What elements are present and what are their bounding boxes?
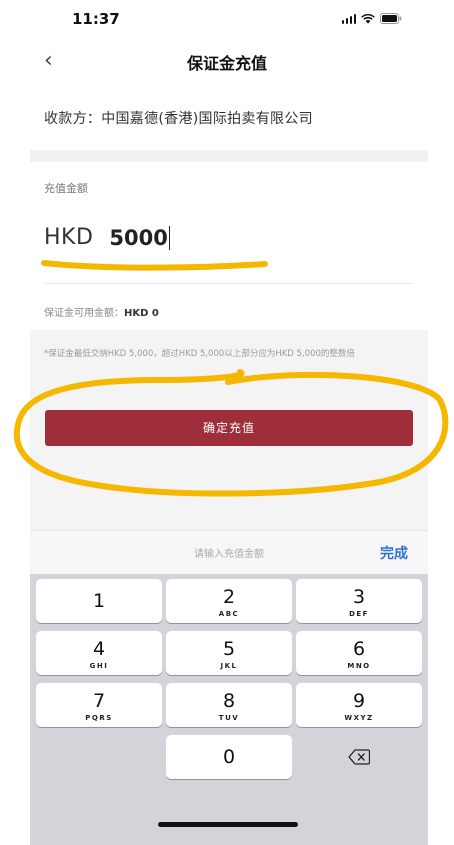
- signal-icon: [341, 13, 356, 24]
- currency-label: HKD: [44, 225, 94, 250]
- key-9[interactable]: 9 WXYZ: [296, 683, 422, 727]
- available-label: 保证金可用金额：: [44, 308, 124, 319]
- battery-icon: [380, 13, 402, 24]
- section-divider: [30, 150, 428, 162]
- amount-divider: [44, 283, 414, 284]
- status-time: 11:37: [72, 10, 120, 28]
- keyboard-placeholder: 请输入充值金额: [194, 549, 264, 560]
- annotation-underline: [41, 260, 268, 271]
- key-4[interactable]: 4 GHI: [36, 631, 162, 675]
- keyboard-toolbar: 请输入充值金额 完成: [30, 530, 428, 574]
- amount-field[interactable]: HKD 5000: [44, 225, 171, 250]
- numeric-keypad: 1 2 ABC 3 DEF 4 GHI 5 JKL 6 MNO 7 PQRS 8 TUV 9W…: [30, 574, 428, 845]
- key-6[interactable]: 6 MNO: [296, 631, 422, 675]
- key-5[interactable]: 5 JKL: [166, 631, 292, 675]
- key-2[interactable]: 2 ABC: [166, 579, 292, 623]
- key-0[interactable]: 0: [166, 735, 292, 779]
- backspace-key[interactable]: [296, 735, 422, 779]
- key-1[interactable]: 1: [36, 579, 162, 623]
- key-3[interactable]: 3 DEF: [296, 579, 422, 623]
- wifi-icon: [361, 13, 375, 24]
- text-caret: [168, 225, 171, 250]
- available-balance: 保证金可用金额：HKD 0: [44, 304, 159, 319]
- status-bar: 11:37: [0, 0, 454, 44]
- page-title: 保证金充值: [186, 54, 267, 73]
- backspace-icon: [348, 749, 370, 765]
- home-indicator[interactable]: [158, 822, 298, 827]
- key-7[interactable]: 7 PQRS: [36, 683, 162, 727]
- available-value: HKD 0: [124, 308, 159, 319]
- key-8[interactable]: 8 TUV: [166, 683, 292, 727]
- status-icons: [341, 13, 403, 24]
- amount-input[interactable]: 5000: [109, 226, 167, 250]
- payee-row: 收款方：中国嘉德(香港)国际拍卖有限公司: [44, 108, 313, 128]
- deposit-notice: *保证金最低交纳HKD 5,000，超过HKD 5,000以上部分应为HKD 5…: [44, 349, 355, 359]
- amount-label: 充值金额: [44, 182, 88, 195]
- payee-label: 收款方：: [44, 111, 102, 127]
- confirm-recharge-button[interactable]: 确定充值: [45, 410, 413, 446]
- nav-bar: ‹ 保证金充值: [0, 44, 454, 78]
- payee-name: 中国嘉德(香港)国际拍卖有限公司: [101, 111, 313, 127]
- done-button[interactable]: 完成: [380, 543, 408, 563]
